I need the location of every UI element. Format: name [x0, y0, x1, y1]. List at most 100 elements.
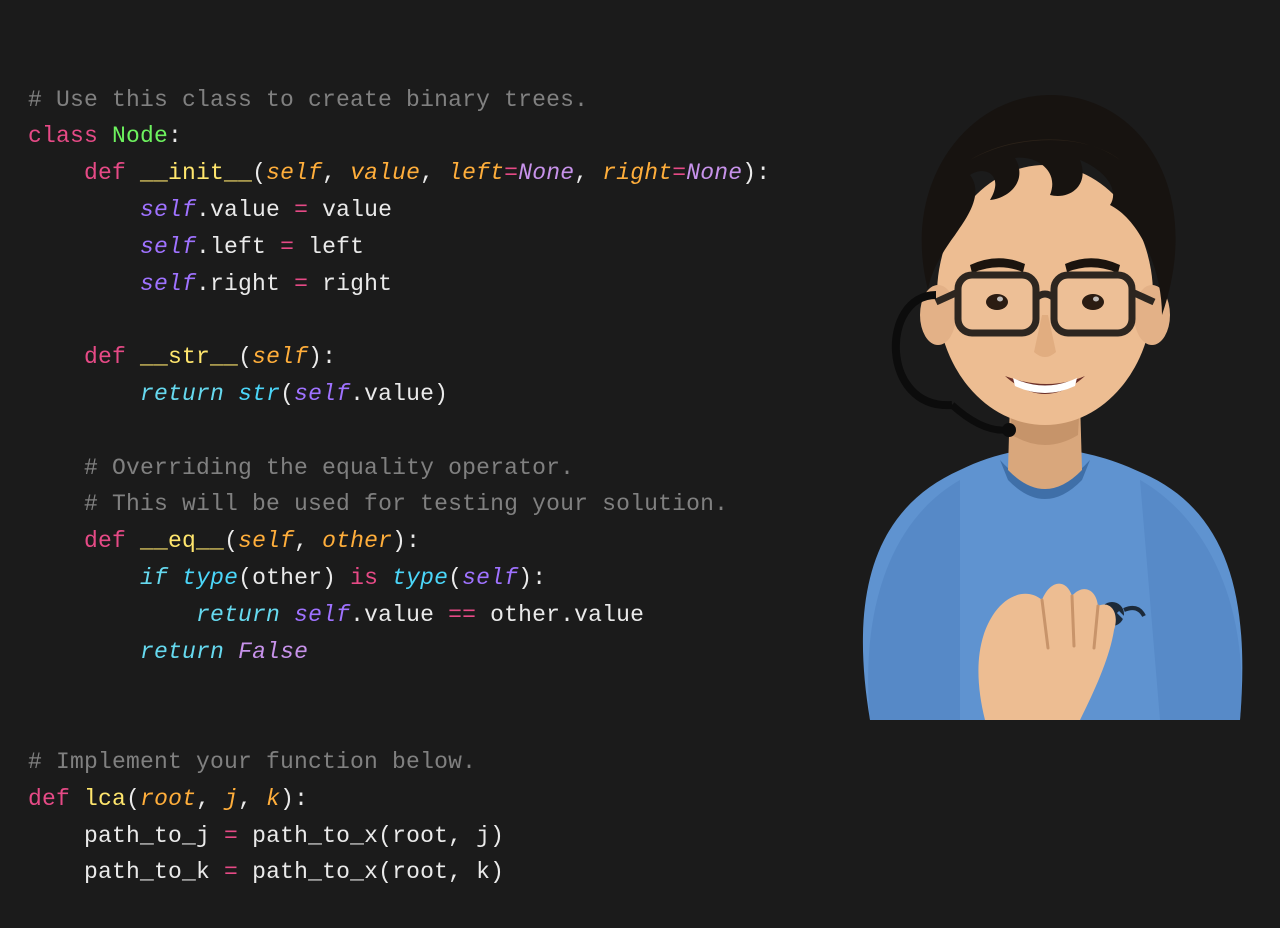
code-token — [28, 381, 140, 407]
code-token: # Implement your function below. — [28, 749, 476, 775]
code-token: def — [84, 160, 126, 186]
code-token: path_to_k — [28, 859, 224, 885]
code-token: ( — [224, 528, 238, 554]
code-token: , — [322, 160, 350, 186]
code-token: : — [168, 123, 182, 149]
code-token: left — [294, 234, 364, 260]
code-token: .right — [196, 271, 294, 297]
code-token — [98, 123, 112, 149]
code-line: def lca(root, j, k): — [28, 781, 1280, 818]
code-token: left — [448, 160, 504, 186]
code-token: None — [518, 160, 574, 186]
code-token: False — [238, 639, 308, 665]
code-token: type — [182, 565, 238, 591]
code-token: self — [140, 234, 196, 260]
code-token: ( — [448, 565, 462, 591]
code-token: # This will be used for testing your sol… — [84, 491, 728, 517]
code-token — [28, 418, 42, 444]
code-token: self — [140, 197, 196, 223]
code-token — [378, 565, 392, 591]
code-token: lca — [84, 786, 126, 812]
code-token: .value — [196, 197, 294, 223]
code-token: str — [238, 381, 280, 407]
code-token: self — [266, 160, 322, 186]
code-token: self — [238, 528, 294, 554]
code-token: path_to_j — [28, 823, 224, 849]
code-token: ): — [308, 344, 336, 370]
code-token: k — [266, 786, 280, 812]
code-token — [168, 565, 182, 591]
code-token: other.value — [476, 602, 644, 628]
code-token: ( — [252, 160, 266, 186]
code-token — [280, 602, 294, 628]
code-token: # Overriding the equality operator. — [84, 455, 574, 481]
code-token: ): — [280, 786, 308, 812]
code-token: if — [140, 565, 168, 591]
code-token: __str__ — [140, 344, 238, 370]
code-token: class — [28, 123, 98, 149]
code-token: __init__ — [140, 160, 252, 186]
presenter-video: { — [810, 40, 1280, 720]
code-token: .left — [196, 234, 280, 260]
code-token — [224, 381, 238, 407]
code-token: = — [672, 160, 686, 186]
code-token — [126, 160, 140, 186]
code-token — [224, 639, 238, 665]
code-token — [126, 344, 140, 370]
code-token: , — [196, 786, 224, 812]
code-token: path_to_x(root, j) — [238, 823, 504, 849]
code-token: ( — [280, 381, 294, 407]
code-token — [28, 234, 140, 260]
code-token: ): — [392, 528, 420, 554]
code-token: root — [140, 786, 196, 812]
code-token — [28, 675, 42, 701]
code-token: self — [294, 381, 350, 407]
code-token: __eq__ — [140, 528, 224, 554]
code-token — [126, 528, 140, 554]
code-token: ): — [742, 160, 770, 186]
code-token — [28, 344, 84, 370]
code-token — [70, 786, 84, 812]
code-token: self — [252, 344, 308, 370]
code-token: is — [350, 565, 378, 591]
code-token — [28, 455, 84, 481]
code-token: ): — [518, 565, 546, 591]
code-token: return — [140, 381, 224, 407]
code-token: value — [308, 197, 392, 223]
code-token: right — [308, 271, 392, 297]
code-token — [28, 491, 84, 517]
code-token: self — [294, 602, 350, 628]
code-token — [28, 639, 140, 665]
code-token — [28, 528, 84, 554]
code-token: value — [350, 160, 420, 186]
code-token: (other) — [238, 565, 350, 591]
code-token — [28, 160, 84, 186]
code-token: return — [196, 602, 280, 628]
code-token: , — [574, 160, 602, 186]
code-line: path_to_k = path_to_x(root, k) — [28, 854, 1280, 891]
code-token: # Use this class to create binary trees. — [28, 87, 588, 113]
code-token: , — [294, 528, 322, 554]
code-token: , — [420, 160, 448, 186]
code-token: def — [84, 344, 126, 370]
code-token: == — [448, 602, 476, 628]
code-token: self — [462, 565, 518, 591]
code-token: return — [140, 639, 224, 665]
code-token: j — [224, 786, 238, 812]
code-token: ( — [238, 344, 252, 370]
code-token: right — [602, 160, 672, 186]
code-token: other — [322, 528, 392, 554]
code-line: path_to_j = path_to_x(root, j) — [28, 818, 1280, 855]
code-token: None — [686, 160, 742, 186]
code-token: , — [238, 786, 266, 812]
code-token: .value) — [350, 381, 448, 407]
code-line: # Implement your function below. — [28, 744, 1280, 781]
code-token: path_to_x(root, k) — [238, 859, 504, 885]
code-token: self — [140, 271, 196, 297]
code-token — [28, 271, 140, 297]
code-token — [28, 307, 42, 333]
code-token: = — [224, 823, 238, 849]
code-token: = — [280, 234, 294, 260]
code-token: .value — [350, 602, 448, 628]
code-token — [28, 602, 196, 628]
